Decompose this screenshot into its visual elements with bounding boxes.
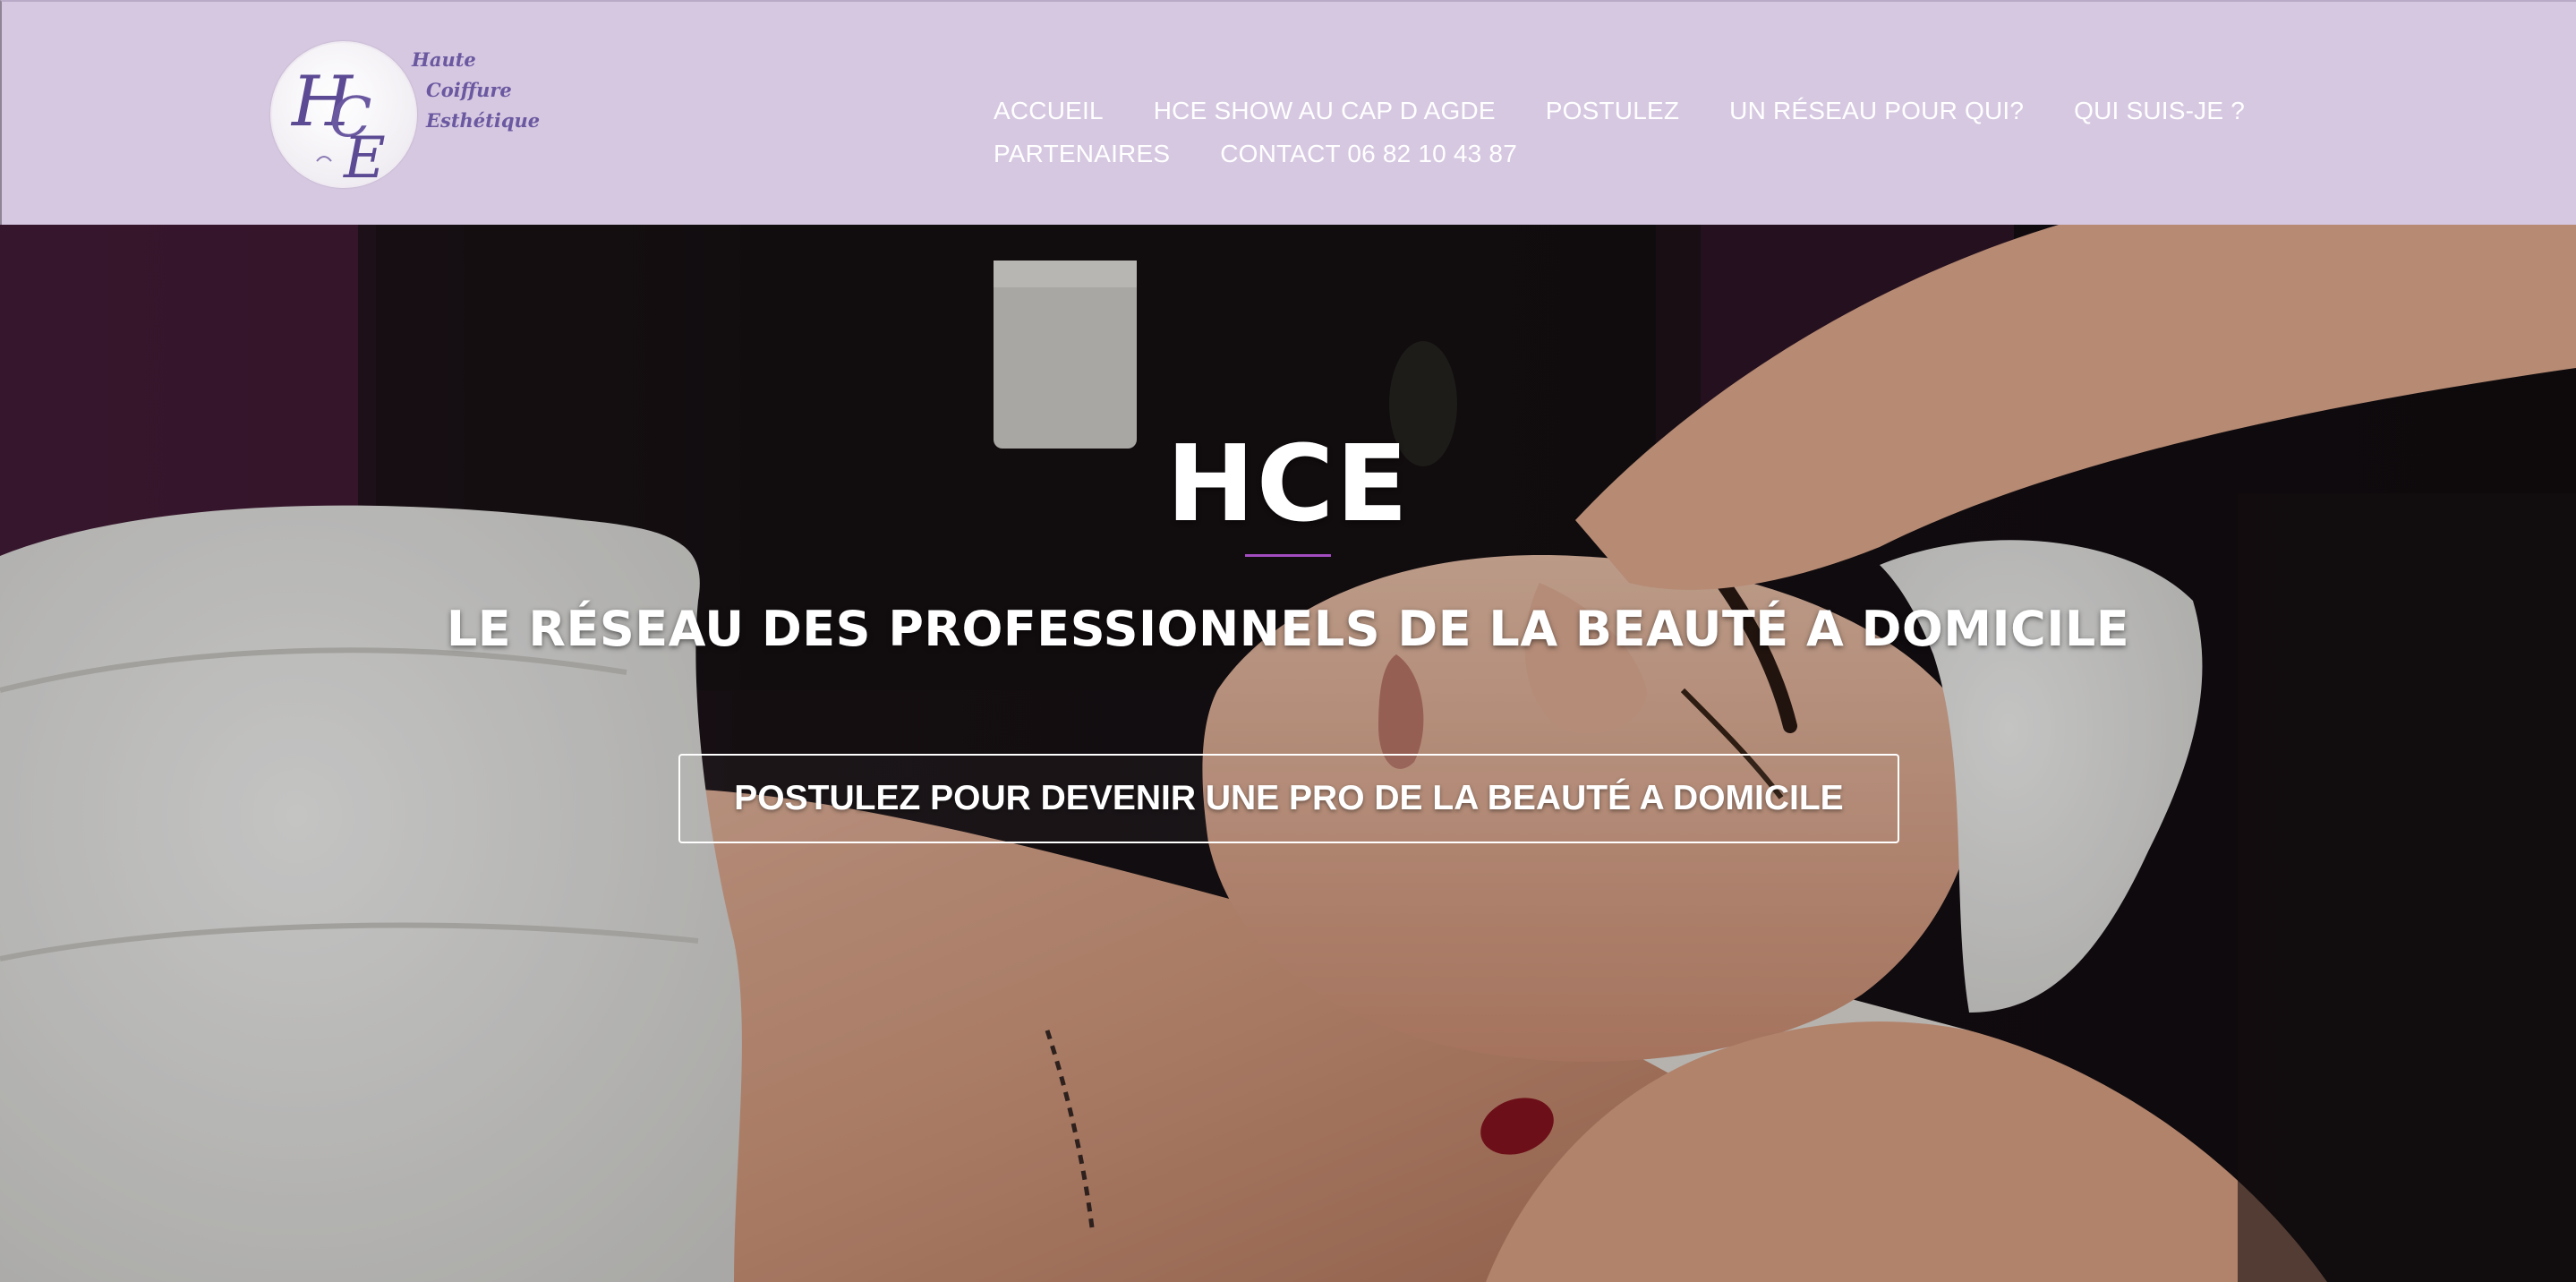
hero-content: HCE LE RÉSEAU DES PROFESSIONNELS DE LA B… [0,225,2576,1282]
nav-item-hce-show[interactable]: HCE SHOW AU CAP D AGDE [1154,97,1496,125]
nav-row-1: ACCUEIL HCE SHOW AU CAP D AGDE POSTULEZ … [994,90,2282,132]
nav-item-contact[interactable]: CONTACT 06 82 10 43 87 [1220,140,1517,168]
nav-item-postulez[interactable]: POSTULEZ [1546,97,1679,125]
nav-item-qui-suis-je[interactable]: QUI SUIS-JE ? [2074,97,2245,125]
hero-subtitle: LE RÉSEAU DES PROFESSIONNELS DE LA BEAUT… [446,601,2130,657]
nav-item-accueil[interactable]: ACCUEIL [994,97,1104,125]
main-navigation: ACCUEIL HCE SHOW AU CAP D AGDE POSTULEZ … [994,90,2282,175]
site-header: H C E Haute Coiffure Esthétique ACCUEIL … [0,0,2576,225]
nav-item-reseau-pour-qui[interactable]: UN RÉSEAU POUR QUI? [1729,97,2024,125]
site-logo[interactable]: H C E Haute Coiffure Esthétique [270,38,540,194]
logo-line-coiffure: Coiffure [426,79,512,101]
svg-text:E: E [343,125,386,190]
logo-wordmark: Haute Coiffure Esthétique [406,45,541,136]
hero-cta-button[interactable]: POSTULEZ POUR DEVENIR UNE PRO DE LA BEAU… [678,754,1899,843]
logo-monogram-icon: H C E [270,41,417,190]
hero-divider [1245,554,1331,557]
logo-line-haute: Haute [412,48,476,71]
hero-title: HCE [1166,422,1410,545]
nav-item-partenaires[interactable]: PARTENAIRES [994,140,1170,168]
hero-section: HCE LE RÉSEAU DES PROFESSIONNELS DE LA B… [0,225,2576,1282]
nav-row-2: PARTENAIRES CONTACT 06 82 10 43 87 [994,132,2282,175]
logo-line-esthetique: Esthétique [426,109,541,132]
